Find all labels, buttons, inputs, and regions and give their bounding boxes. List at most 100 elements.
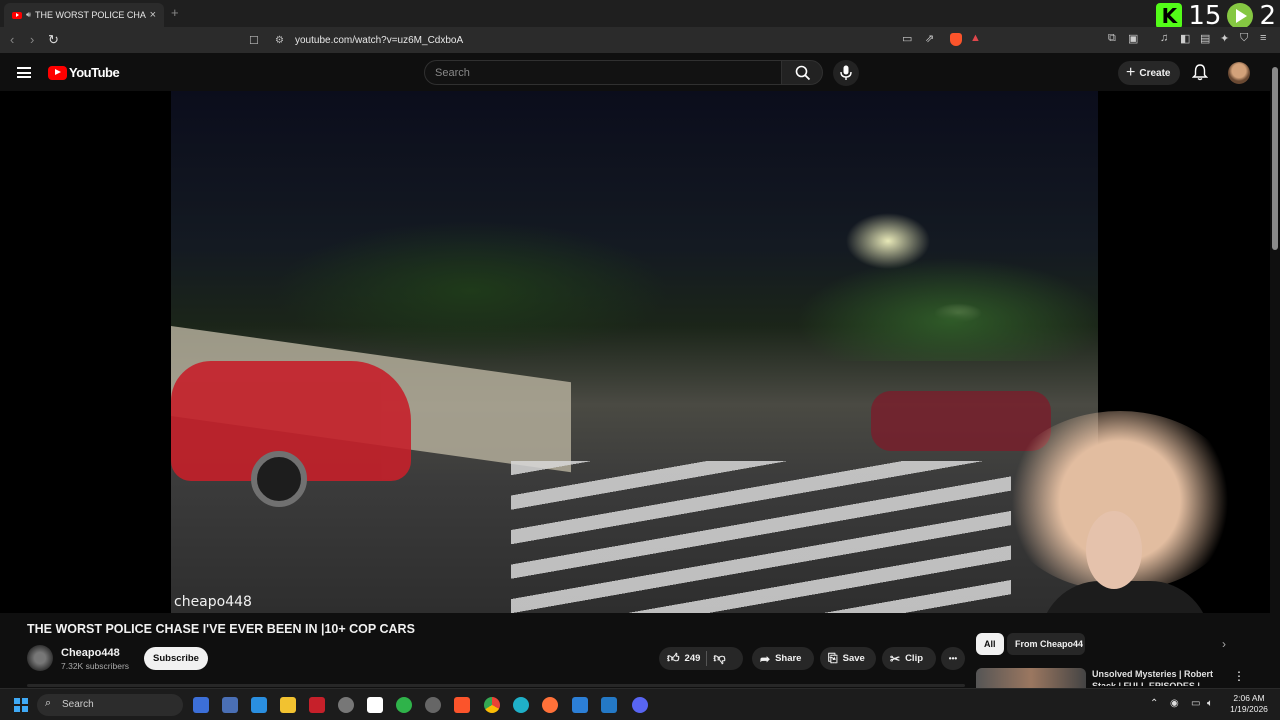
guide-menu-icon[interactable] <box>17 67 31 78</box>
screenshot-icon[interactable]: ▣ <box>1128 32 1138 45</box>
like-count[interactable]: 249 <box>685 653 701 664</box>
vpn-icon[interactable]: ⛉ <box>1240 32 1248 45</box>
new-tab-button[interactable]: + <box>171 5 179 20</box>
brave-browser-icon[interactable] <box>454 697 470 713</box>
taskbar-app-icon[interactable] <box>425 697 441 713</box>
youtube-logo[interactable]: YouTube <box>48 65 120 80</box>
save-button[interactable]: ⎘ Save <box>820 647 876 670</box>
share-icon: ➦ <box>760 651 771 666</box>
audio-playing-icon[interactable]: 🔊︎ <box>26 10 31 20</box>
chip-all[interactable]: All <box>976 633 1004 655</box>
taskbar-search[interactable]: ⌕ Search <box>37 694 183 716</box>
scissors-icon: ✂ <box>890 651 901 666</box>
taskbar-app-icon[interactable] <box>338 697 354 713</box>
clip-button[interactable]: ✂ Clip <box>882 647 936 670</box>
forward-icon[interactable]: › <box>30 32 34 47</box>
chrome-icon[interactable] <box>484 697 500 713</box>
like-dislike-group: 👍︎ 249 👎︎ <box>659 647 743 670</box>
clip-label: Clip <box>905 653 924 664</box>
discord-icon[interactable] <box>632 697 648 713</box>
browser-tab-strip: 🔊︎ THE WORST POLICE CHASE I' × + <box>0 0 1280 27</box>
video-scene-red-car <box>171 361 411 507</box>
video-scene-trees <box>171 211 1098 361</box>
video-title: THE WORST POLICE CHASE I'VE EVER BEEN IN… <box>27 622 415 636</box>
streamer-webcam <box>1000 411 1270 613</box>
tray-app-icon[interactable]: ◉ <box>1170 698 1179 709</box>
browser-tab-active[interactable]: 🔊︎ THE WORST POLICE CHASE I' × <box>4 3 164 27</box>
bookmark-icon[interactable]: ☐ <box>249 34 259 47</box>
more-actions-button[interactable]: ••• <box>941 647 965 670</box>
account-avatar[interactable] <box>1228 62 1250 84</box>
taskbar-app-icon[interactable] <box>367 697 383 713</box>
taskbar-search-label: Search <box>62 699 94 710</box>
tab-close-button[interactable]: × <box>150 9 156 21</box>
voice-search-button[interactable] <box>833 60 859 86</box>
youtube-play-icon <box>48 65 67 80</box>
taskbar-app-icon[interactable] <box>572 697 588 713</box>
plus-icon: + <box>1126 64 1136 81</box>
brave-rewards-icon[interactable]: ▲ <box>970 32 981 44</box>
search-input[interactable]: Search <box>424 60 782 85</box>
stream-viewer-overlay: K 15 2 <box>1156 1 1280 31</box>
cast-icon[interactable]: ▭ <box>902 32 912 45</box>
create-label: Create <box>1139 67 1171 79</box>
dislike-icon[interactable]: 👎︎ <box>713 651 725 666</box>
youtube-header: YouTube Search + Create <box>0 53 1280 91</box>
share-label: Share <box>775 653 802 664</box>
subscriber-count: 7.32K subscribers <box>61 661 130 671</box>
rumble-logo-icon <box>1227 3 1254 29</box>
extensions-icon[interactable]: ⧉ <box>1108 32 1116 45</box>
firefox-icon[interactable] <box>542 697 558 713</box>
chip-from-channel[interactable]: From Cheapo44 <box>1007 633 1085 655</box>
like-divider <box>706 651 708 666</box>
windows-taskbar: ⌕ Search ⌃ ◉ ▭ 🔈︎ 2:06 AM 1/19/2026 <box>0 688 1280 720</box>
wallet-icon[interactable]: ▤ <box>1200 32 1210 45</box>
vscode-icon[interactable] <box>601 697 617 713</box>
taskbar-app-icon[interactable] <box>251 697 267 713</box>
taskbar-app-icon[interactable] <box>396 697 412 713</box>
create-button[interactable]: + Create <box>1118 61 1180 85</box>
save-icon: ⎘ <box>828 651 838 665</box>
tray-overflow-icon[interactable]: ⌃ <box>1150 698 1158 709</box>
menu-icon[interactable]: ≡ <box>1260 32 1266 44</box>
search-button[interactable] <box>781 60 823 85</box>
media-controls-icon[interactable]: ♫ <box>1160 32 1168 44</box>
share-button[interactable]: ➦ Share <box>752 647 814 670</box>
page-scrollbar-thumb[interactable] <box>1272 67 1278 250</box>
sidebar-toggle-icon[interactable]: ◧ <box>1180 32 1190 45</box>
network-icon[interactable]: ▭ <box>1191 698 1200 709</box>
subscribe-button[interactable]: Subscribe <box>144 647 208 670</box>
taskbar-search-icon: ⌕ <box>45 697 52 709</box>
notifications-bell-icon[interactable] <box>1192 64 1208 81</box>
recommendation-title[interactable]: Unsolved Mysteries | Robert Stack | FULL… <box>1092 668 1222 686</box>
leo-ai-icon[interactable]: ✦ <box>1220 32 1229 45</box>
back-icon[interactable]: ‹ <box>10 32 14 47</box>
site-settings-icon[interactable]: ⚙ <box>275 35 284 46</box>
edge-icon[interactable] <box>513 697 529 713</box>
taskbar-app-icon[interactable] <box>193 697 209 713</box>
video-watermark: cheapo448 <box>174 594 252 610</box>
share-page-icon[interactable]: ⇗ <box>925 32 934 45</box>
brave-shields-icon[interactable] <box>950 33 962 46</box>
taskbar-app-icon[interactable] <box>222 697 238 713</box>
channel-avatar[interactable] <box>27 645 53 671</box>
video-scene-crosswalk <box>511 461 1011 613</box>
browser-toolbar: ‹ › ↻ ☐ ⚙ youtube.com/watch?v=uz6M_Cdxbo… <box>0 27 1280 53</box>
recommendation-thumbnail[interactable] <box>976 668 1086 688</box>
system-clock[interactable]: 2:06 AM 1/19/2026 <box>1224 693 1274 715</box>
taskbar-app-icon[interactable] <box>309 697 325 713</box>
recommendation-menu-icon[interactable]: ⋮ <box>1233 669 1245 683</box>
windows-start-icon[interactable] <box>14 698 28 712</box>
url-text[interactable]: youtube.com/watch?v=uz6M_CdxboA <box>295 35 463 46</box>
video-player[interactable] <box>0 91 1270 613</box>
file-explorer-icon[interactable] <box>280 697 296 713</box>
chevron-right-icon[interactable]: › <box>1222 637 1226 651</box>
volume-icon[interactable]: 🔈︎ <box>1207 698 1213 709</box>
clock-date: 1/19/2026 <box>1230 704 1268 714</box>
like-icon[interactable]: 👍︎ <box>667 651 680 666</box>
tab-title: THE WORST POLICE CHASE I' <box>35 10 146 20</box>
channel-name[interactable]: Cheapo448 <box>61 647 120 659</box>
address-bar[interactable]: ☐ ⚙ youtube.com/watch?v=uz6M_CdxboA <box>243 30 993 50</box>
video-frame <box>171 91 1098 613</box>
reload-icon[interactable]: ↻ <box>48 32 59 48</box>
